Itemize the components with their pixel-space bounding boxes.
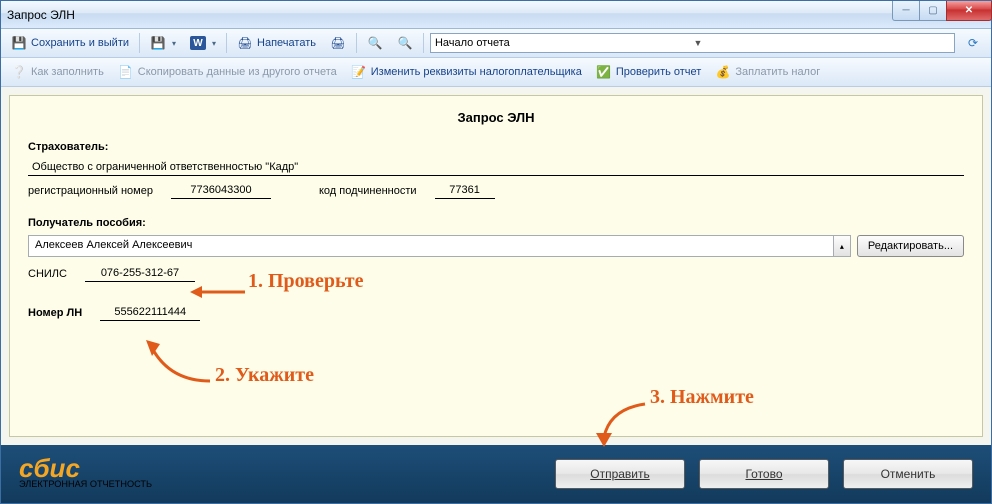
- done-button[interactable]: Готово: [699, 459, 829, 489]
- copy-other-label: Скопировать данные из другого отчета: [138, 66, 337, 78]
- chevron-down-icon: ▼: [690, 38, 952, 48]
- recipient-input[interactable]: Алексеев Алексей Алексеевич ▴: [28, 235, 851, 257]
- sub-label: код подчиненности: [319, 185, 417, 197]
- snils-value[interactable]: 076-255-312-67: [85, 265, 195, 282]
- zoom-in-button[interactable]: 🔍: [361, 31, 389, 55]
- annotation-3: 3. Нажмите: [650, 386, 754, 409]
- copy-icon: 📄: [118, 64, 134, 80]
- zoom-in-icon: 🔍: [367, 35, 383, 51]
- reg-label: регистрационный номер: [28, 185, 153, 197]
- toolbar-primary: 💾 Сохранить и выйти 💾▾ W▾ 🖨 Напечатать 🖨…: [1, 29, 991, 58]
- minimize-button[interactable]: ─: [892, 1, 920, 21]
- snils-label: СНИЛС: [28, 268, 67, 280]
- logo-subtitle: ЭЛЕКТРОННАЯ ОТЧЕТНОСТЬ: [19, 479, 152, 489]
- printer-icon: 🖨: [237, 35, 253, 51]
- maximize-button[interactable]: ▢: [919, 1, 947, 21]
- check-icon: ✅: [596, 64, 612, 80]
- refresh-button[interactable]: ⟳: [959, 31, 987, 55]
- form-panel: Запрос ЭЛН Страхователь: Общество с огра…: [9, 95, 983, 437]
- zoom-out-button[interactable]: 🔍: [391, 31, 419, 55]
- insurer-label: Страхователь:: [28, 141, 964, 153]
- save-icon: 💾: [11, 35, 27, 51]
- word-button[interactable]: W▾: [184, 32, 222, 54]
- sub-value[interactable]: 77361: [435, 182, 495, 199]
- help-icon: ❔: [11, 64, 27, 80]
- edit-recipient-button[interactable]: Редактировать...: [857, 235, 964, 257]
- app-window: Запрос ЭЛН ─ ▢ ✕ 💾 Сохранить и выйти 💾▾ …: [0, 0, 992, 504]
- edit-doc-icon: 📝: [351, 64, 367, 80]
- recipient-dropdown-button[interactable]: ▴: [833, 236, 850, 256]
- print-search-icon: 🖨: [330, 35, 346, 51]
- annotation-arrow-1: [190, 282, 250, 302]
- ln-label: Номер ЛН: [28, 307, 82, 319]
- section-combo-label: Начало отчета: [435, 37, 691, 49]
- save-exit-label: Сохранить и выйти: [31, 37, 129, 49]
- logo: сбис ЭЛЕКТРОННАЯ ОТЧЕТНОСТЬ: [19, 458, 152, 491]
- print-button[interactable]: 🖨 Напечатать: [231, 31, 322, 55]
- footer-bar: сбис ЭЛЕКТРОННАЯ ОТЧЕТНОСТЬ Отправить Го…: [1, 445, 991, 503]
- refresh-icon: ⟳: [965, 35, 981, 51]
- recipient-value: Алексеев Алексей Алексеевич: [29, 236, 833, 256]
- how-fill-label: Как заполнить: [31, 66, 104, 78]
- org-name: Общество с ограниченной ответственностью…: [28, 159, 964, 176]
- change-req-button[interactable]: 📝 Изменить реквизиты налогоплательщика: [345, 60, 588, 84]
- form-title: Запрос ЭЛН: [28, 110, 964, 125]
- print-label: Напечатать: [257, 37, 316, 49]
- save-exit-button[interactable]: 💾 Сохранить и выйти: [5, 31, 135, 55]
- print-preview-button[interactable]: 🖨: [324, 31, 352, 55]
- how-fill-button: ❔ Как заполнить: [5, 60, 110, 84]
- word-icon: W: [190, 36, 206, 50]
- toolbar-secondary: ❔ Как заполнить 📄 Скопировать данные из …: [1, 58, 991, 87]
- window-controls: ─ ▢ ✕: [893, 1, 992, 21]
- annotation-arrow-3: [590, 399, 650, 447]
- save-button[interactable]: 💾▾: [144, 31, 182, 55]
- copy-other-button: 📄 Скопировать данные из другого отчета: [112, 60, 343, 84]
- ln-value[interactable]: 555622111444: [100, 304, 200, 321]
- window-title: Запрос ЭЛН: [7, 8, 893, 22]
- cancel-button[interactable]: Отменить: [843, 459, 973, 489]
- titlebar: Запрос ЭЛН ─ ▢ ✕: [1, 1, 991, 29]
- section-combo[interactable]: Начало отчета ▼: [430, 33, 955, 53]
- check-report-label: Проверить отчет: [616, 66, 702, 78]
- annotation-2: 2. Укажите: [215, 364, 314, 387]
- change-req-label: Изменить реквизиты налогоплательщика: [371, 66, 582, 78]
- check-report-button[interactable]: ✅ Проверить отчет: [590, 60, 708, 84]
- body-area: Запрос ЭЛН Страхователь: Общество с огра…: [1, 87, 991, 445]
- pay-tax-button: 💰 Заплатить налог: [709, 60, 826, 84]
- annotation-arrow-2: [140, 336, 220, 386]
- send-button[interactable]: Отправить: [555, 459, 685, 489]
- pay-tax-label: Заплатить налог: [735, 66, 820, 78]
- reg-value[interactable]: 7736043300: [171, 182, 271, 199]
- close-button[interactable]: ✕: [946, 1, 992, 21]
- floppy-icon: 💾: [150, 35, 166, 51]
- recipient-label: Получатель пособия:: [28, 217, 964, 229]
- zoom-out-icon: 🔍: [397, 35, 413, 51]
- money-icon: 💰: [715, 64, 731, 80]
